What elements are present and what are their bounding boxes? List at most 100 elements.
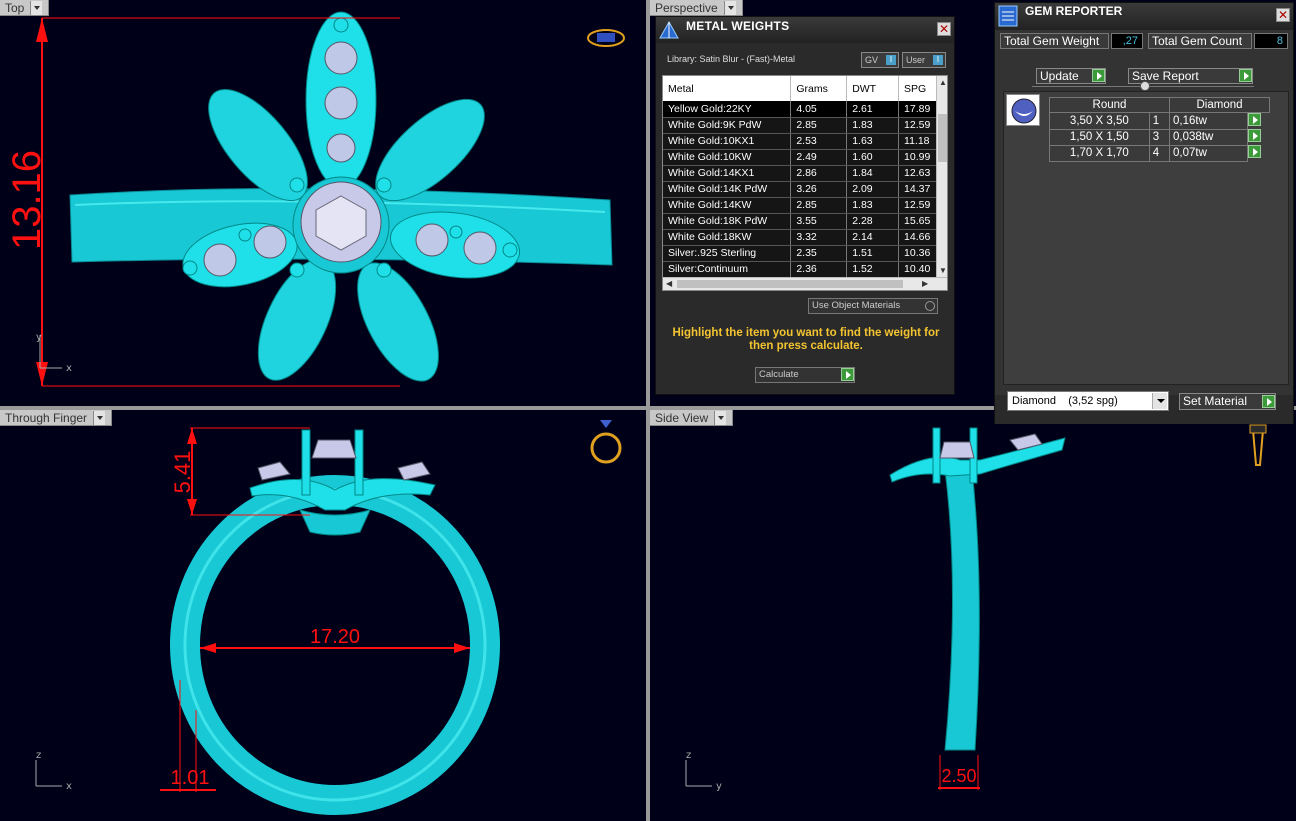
ring-front-icon[interactable] <box>590 420 622 464</box>
table-cell: Yellow Gold:22KY <box>663 101 792 118</box>
table-row[interactable]: White Gold:9K PdW 2.85 1.83 12.59 <box>663 117 938 134</box>
close-icon[interactable]: ✕ <box>937 22 951 36</box>
scroll-down-icon[interactable]: ▼ <box>939 266 947 275</box>
user-toggle[interactable]: User I <box>902 52 946 68</box>
table-cell: White Gold:9K PdW <box>663 117 792 134</box>
play-icon[interactable] <box>1247 113 1261 126</box>
viewport-label-top[interactable]: Top <box>0 0 50 16</box>
table-cell: 2.85 <box>790 117 848 134</box>
row-action[interactable] <box>1247 145 1269 161</box>
table-cell: 3,50 X 3,50 <box>1049 112 1150 130</box>
total-gem-count-value: 8 <box>1254 33 1288 49</box>
gem-table[interactable]: Round Diamond 3,50 X 3,50 1 0,16tw 1,50 X 1… <box>1049 97 1270 162</box>
close-icon[interactable]: ✕ <box>1276 8 1290 22</box>
scroll-right-icon[interactable]: ▶ <box>922 279 928 288</box>
library-label: Library: Satin Blur - (Fast)-Metal <box>667 54 796 64</box>
row-action[interactable] <box>1247 113 1269 130</box>
front-view-drawing: 5.41 17.20 1.01 z x <box>35 420 622 815</box>
table-row[interactable]: 1,70 X 1,70 4 0,07tw <box>1049 144 1270 162</box>
viewport-menu-icon[interactable] <box>723 0 736 15</box>
top-dimension-label: 13.16 <box>5 150 49 250</box>
metal-weights-titlebar[interactable]: METAL WEIGHTS ✕ <box>656 17 954 43</box>
set-material-label: Set Material <box>1183 394 1248 408</box>
app-root: 13.16 y x Top Perspective 5.41 17.20 1.0… <box>0 0 1296 821</box>
table-cell: 2.61 <box>846 101 900 118</box>
table-row[interactable]: 1,50 X 1,50 3 0,038tw <box>1049 128 1270 146</box>
viewport-label-text: Through Finger <box>5 410 88 425</box>
ring-view-icon[interactable] <box>587 29 625 47</box>
column-header[interactable]: Round <box>1049 97 1170 113</box>
toggle-indicator-icon: I <box>886 55 896 65</box>
metal-table[interactable]: Metal Grams DWT SPG Yellow Gold:22KY 4.05… <box>662 75 948 291</box>
scroll-thumb[interactable] <box>677 280 903 288</box>
scroll-thumb[interactable] <box>938 114 947 162</box>
table-row[interactable]: White Gold:18K PdW 3.55 2.28 15.65 <box>663 213 938 230</box>
axis-z-label: z <box>36 750 41 761</box>
gem-list[interactable]: Round Diamond 3,50 X 3,50 1 0,16tw 1,50 X 1… <box>1003 91 1289 385</box>
table-cell: 1 <box>1148 112 1171 130</box>
play-icon[interactable] <box>1247 145 1261 158</box>
table-row[interactable]: Silver:.925 Sterling 2.35 1.51 10.36 <box>663 245 938 262</box>
gem-reporter-titlebar[interactable]: GEM REPORTER ✕ <box>995 3 1293 30</box>
use-object-materials-toggle[interactable]: Use Object Materials <box>808 298 938 314</box>
table-row[interactable]: White Gold:10KX1 2.53 1.63 11.18 <box>663 133 938 150</box>
scale-icon <box>659 20 679 39</box>
table-cell: 1.63 <box>846 133 900 150</box>
viewport-menu-icon[interactable] <box>714 410 727 425</box>
scroll-left-icon[interactable]: ◀ <box>666 279 672 288</box>
viewport-top[interactable]: 13.16 y x Top <box>0 0 646 406</box>
viewport-side-view[interactable]: 2.50 z y Side View <box>650 410 1296 821</box>
table-cell: White Gold:10KW <box>663 149 792 166</box>
gem-reporter-panel[interactable]: GEM REPORTER ✕ Total Gem Weight ,27 Tota… <box>994 2 1294 424</box>
axis-x-label: x <box>66 781 72 792</box>
table-row[interactable]: White Gold:14KX1 2.86 1.84 12.63 <box>663 165 938 182</box>
column-header[interactable]: DWT <box>846 76 900 101</box>
material-select[interactable]: Diamond (3,52 spg) <box>1007 391 1169 411</box>
column-header[interactable]: Grams <box>790 76 848 101</box>
play-icon[interactable] <box>1247 129 1261 142</box>
viewport-menu-icon[interactable] <box>30 0 43 15</box>
update-label: Update <box>1040 69 1079 83</box>
table-row[interactable]: Silver:Continuum 2.36 1.52 10.40 <box>663 261 938 278</box>
viewport-through-finger[interactable]: 5.41 17.20 1.01 z x Through Finger <box>0 410 646 821</box>
table-cell: 1.83 <box>846 117 900 134</box>
axis-x-label: x <box>66 363 72 374</box>
table-row[interactable]: White Gold:14KW 2.85 1.83 12.59 <box>663 197 938 214</box>
slider-handle[interactable] <box>1140 81 1150 91</box>
side-width-label: 2.50 <box>941 766 976 786</box>
row-action[interactable] <box>1247 129 1269 145</box>
table-cell: Silver:.925 Sterling <box>663 245 792 262</box>
table-row[interactable]: White Gold:10KW 2.49 1.60 10.99 <box>663 149 938 166</box>
viewport-label-text: Top <box>5 0 25 15</box>
table-cell: 1,50 X 1,50 <box>1049 128 1150 146</box>
viewport-label-side-view[interactable]: Side View <box>650 410 734 426</box>
metal-weights-panel[interactable]: METAL WEIGHTS ✕ Library: Satin Blur - (F… <box>655 16 955 395</box>
gv-toggle[interactable]: GV I <box>861 52 899 68</box>
table-row[interactable]: 3,50 X 3,50 1 0,16tw <box>1049 112 1270 130</box>
table-cell: 2.09 <box>846 181 900 198</box>
side-view-drawing: 2.50 z y <box>685 424 1267 792</box>
viewport-label-through-finger[interactable]: Through Finger <box>0 410 113 426</box>
set-material-button[interactable]: Set Material <box>1179 393 1276 410</box>
ring-side-icon[interactable] <box>1249 424 1267 466</box>
vertical-scrollbar[interactable]: ▲ ▼ <box>936 76 947 279</box>
band-width-label: 1.01 <box>171 767 210 789</box>
table-row[interactable]: White Gold:14K PdW 3.26 2.09 14.37 <box>663 181 938 198</box>
table-cell: 2.53 <box>790 133 848 150</box>
column-header[interactable]: SPG <box>898 76 938 101</box>
table-row[interactable]: Yellow Gold:22KY 4.05 2.61 17.89 <box>663 101 938 118</box>
table-row[interactable]: White Gold:18KW 3.32 2.14 14.66 <box>663 229 938 246</box>
calculate-button[interactable]: Calculate <box>755 367 855 383</box>
viewport-label-text: Side View <box>655 410 709 425</box>
table-cell: White Gold:14KW <box>663 197 792 214</box>
column-header[interactable]: Metal <box>663 76 792 101</box>
viewport-label-perspective[interactable]: Perspective <box>650 0 743 16</box>
calculate-label: Calculate <box>759 369 799 380</box>
scroll-up-icon[interactable]: ▲ <box>939 78 947 87</box>
horizontal-scrollbar[interactable]: ◀ ▶ <box>663 277 947 290</box>
chevron-down-icon[interactable] <box>1152 393 1167 409</box>
column-header[interactable]: Diamond <box>1169 97 1270 113</box>
update-button[interactable]: Update <box>1036 68 1106 84</box>
viewport-menu-icon[interactable] <box>93 410 106 425</box>
table-cell: 3 <box>1148 128 1171 146</box>
